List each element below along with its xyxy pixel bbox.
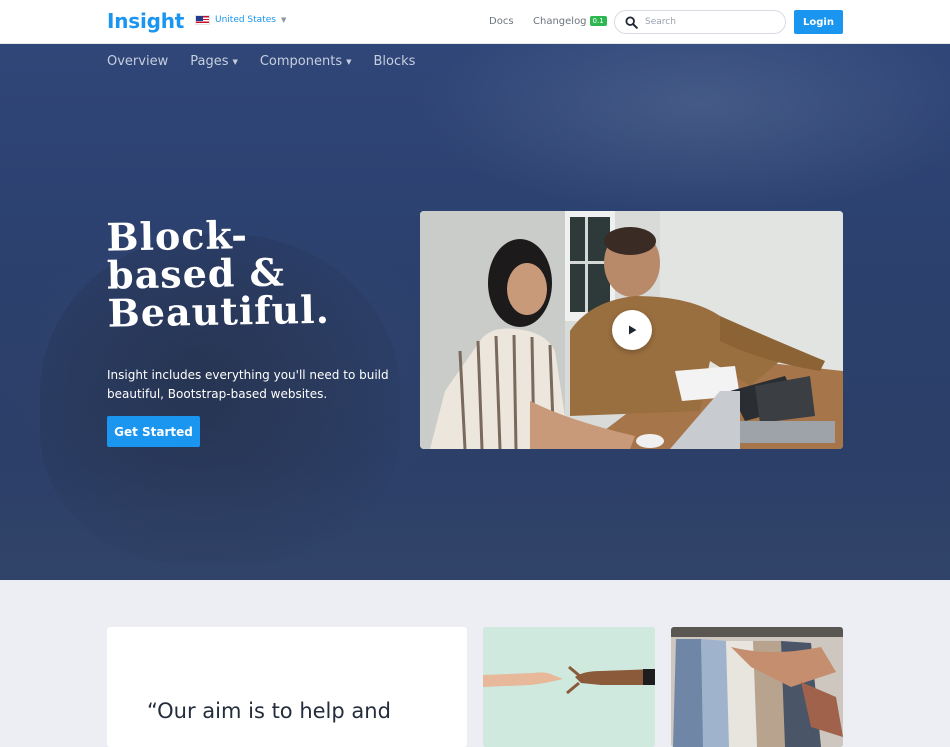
secondary-nav: Overview Pages ▼ Components ▼ Blocks xyxy=(107,54,437,69)
changelog-label: Changelog xyxy=(533,16,587,27)
caret-down-icon: ▼ xyxy=(346,57,352,66)
search-input[interactable] xyxy=(645,14,775,30)
subnav-label: Components xyxy=(259,54,343,69)
search-field[interactable] xyxy=(614,10,786,34)
hero-title: Block- based & Beautiful. xyxy=(106,212,408,336)
subnav-label: Blocks xyxy=(373,54,416,69)
docs-link[interactable]: Docs xyxy=(489,16,514,27)
hands-photo xyxy=(483,627,655,747)
caret-down-icon: ▼ xyxy=(280,16,287,24)
locale-label: United States xyxy=(215,15,276,25)
top-navbar: Insight United States ▼ Docs Changelog 0.… xyxy=(0,0,950,44)
caret-down-icon: ▼ xyxy=(232,57,238,66)
subnav-item-components[interactable]: Components ▼ xyxy=(260,54,352,69)
subnav-item-blocks[interactable]: Blocks xyxy=(374,54,416,69)
locale-selector[interactable]: United States ▼ xyxy=(195,15,286,25)
changelog-link[interactable]: Changelog 0.1 xyxy=(533,16,607,27)
clothing-photo xyxy=(671,627,843,747)
subnav-item-overview[interactable]: Overview xyxy=(107,54,168,69)
testimonial-section: “Our aim is to help and xyxy=(0,580,950,747)
subnav-item-pages[interactable]: Pages ▼ xyxy=(190,54,238,69)
hero-title-line: Beautiful. xyxy=(107,286,331,336)
hero-section: Overview Pages ▼ Components ▼ Blocks Block… xyxy=(0,44,950,580)
quote-text: “Our aim is to help and xyxy=(147,699,391,723)
login-button[interactable]: Login xyxy=(794,10,843,34)
version-badge: 0.1 xyxy=(589,16,607,26)
image-tile-hands xyxy=(483,627,655,747)
us-flag-icon xyxy=(195,15,210,25)
play-button[interactable] xyxy=(612,310,652,350)
brand-logo[interactable]: Insight xyxy=(107,9,184,33)
get-started-button[interactable]: Get Started xyxy=(107,416,200,447)
hero-lead-text: Insight includes everything you'll need … xyxy=(107,368,389,401)
video-thumbnail[interactable] xyxy=(420,211,843,449)
search-icon xyxy=(625,16,638,29)
image-tile-clothing xyxy=(671,627,843,747)
subnav-label: Overview xyxy=(107,54,169,69)
play-icon xyxy=(629,325,637,335)
hero-background-floor xyxy=(0,464,950,580)
subnav-label: Pages xyxy=(190,54,229,69)
quote-card: “Our aim is to help and xyxy=(107,627,467,747)
